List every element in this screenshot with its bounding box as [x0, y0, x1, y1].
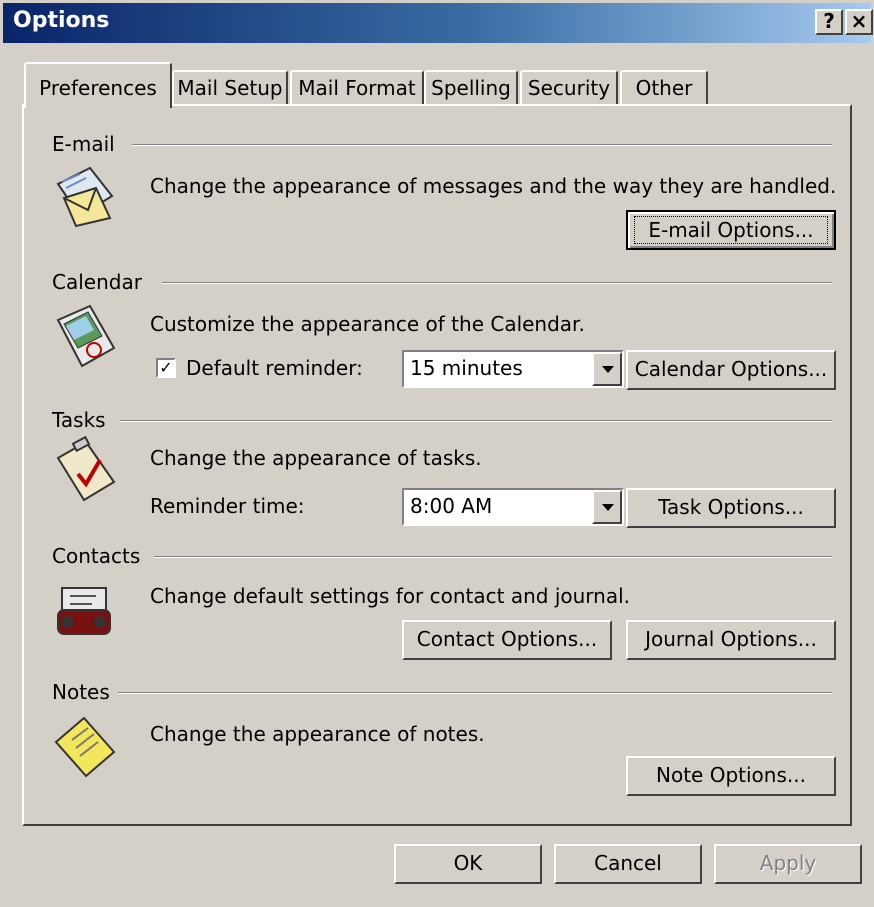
dropdown-arrow-icon[interactable]	[592, 352, 622, 386]
task-reminder-time-value: 8:00 AM	[410, 494, 493, 518]
calendar-description: Customize the appearance of the Calendar…	[150, 312, 585, 336]
contacts-description: Change default settings for contact and …	[150, 584, 630, 608]
title-bar[interactable]: Options ? ×	[3, 3, 873, 43]
email-section-label: E-mail	[52, 132, 123, 156]
contacts-icon	[57, 587, 111, 635]
preferences-panel: E-mail Change the appearance of messages…	[22, 104, 852, 826]
tab-mail-setup[interactable]: Mail Setup	[172, 70, 288, 104]
tab-security[interactable]: Security	[520, 70, 618, 104]
journal-options-button[interactable]: Journal Options...	[626, 620, 836, 660]
window-title: Options	[13, 8, 110, 33]
notes-section-label: Notes	[52, 680, 118, 704]
contacts-separator	[154, 556, 832, 558]
tasks-section-label: Tasks	[52, 408, 114, 432]
checkmark-icon: ✓	[159, 358, 173, 377]
tasks-icon	[56, 436, 116, 502]
email-options-button[interactable]: E-mail Options...	[626, 210, 836, 250]
task-options-button[interactable]: Task Options...	[626, 488, 836, 528]
cancel-button[interactable]: Cancel	[554, 844, 702, 884]
note-options-button[interactable]: Note Options...	[626, 756, 836, 796]
task-reminder-time-label: Reminder time:	[150, 494, 305, 518]
tab-other[interactable]: Other	[620, 70, 708, 104]
ok-button[interactable]: OK	[394, 844, 542, 884]
tasks-description: Change the appearance of tasks.	[150, 446, 482, 470]
tab-mail-format[interactable]: Mail Format	[290, 70, 424, 104]
notes-description: Change the appearance of notes.	[150, 722, 485, 746]
contact-options-button[interactable]: Contact Options...	[402, 620, 612, 660]
default-reminder-dropdown[interactable]: 15 minutes	[402, 350, 624, 388]
help-button[interactable]: ?	[815, 9, 843, 35]
email-icon	[56, 166, 114, 228]
notes-icon	[54, 716, 116, 778]
apply-button[interactable]: Apply	[714, 844, 862, 884]
email-separator	[132, 144, 832, 146]
task-reminder-time-dropdown[interactable]: 8:00 AM	[402, 488, 624, 526]
calendar-section-label: Calendar	[52, 270, 150, 294]
close-button[interactable]: ×	[845, 9, 873, 35]
calendar-options-button[interactable]: Calendar Options...	[626, 350, 836, 390]
tab-preferences[interactable]: Preferences	[24, 62, 172, 108]
default-reminder-checkbox[interactable]: ✓	[156, 358, 176, 378]
tasks-separator	[120, 420, 832, 422]
options-dialog: Options ? × Preferences Mail Setup Mail …	[0, 0, 874, 907]
contacts-section-label: Contacts	[52, 544, 149, 568]
default-reminder-label: Default reminder:	[186, 356, 363, 380]
tab-spelling[interactable]: Spelling	[424, 70, 518, 104]
email-description: Change the appearance of messages and th…	[150, 174, 837, 198]
dropdown-arrow-icon[interactable]	[592, 490, 622, 524]
notes-separator	[112, 692, 832, 694]
calendar-separator	[162, 282, 832, 284]
default-reminder-value: 15 minutes	[410, 356, 523, 380]
calendar-icon	[56, 304, 116, 368]
